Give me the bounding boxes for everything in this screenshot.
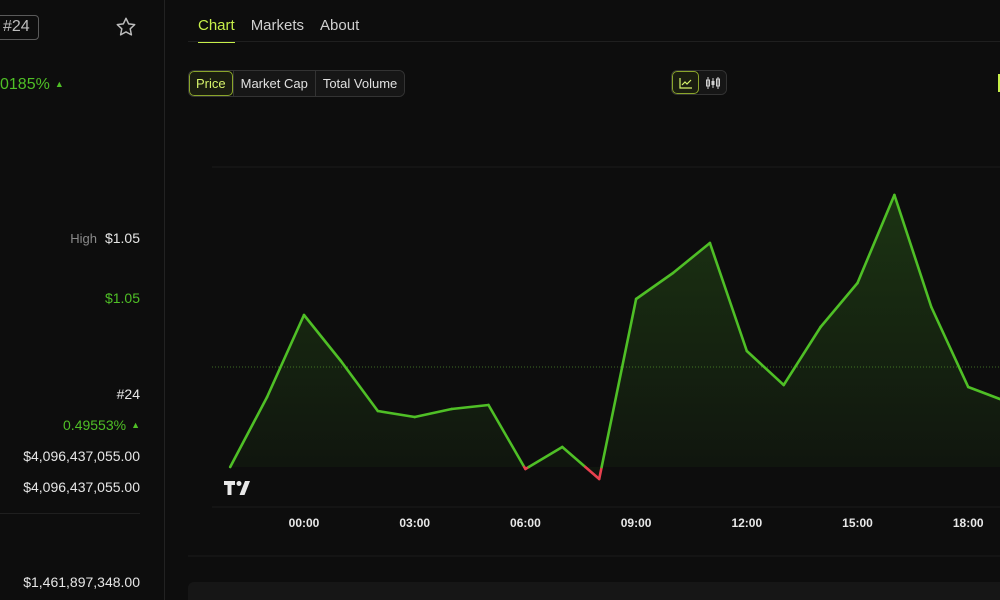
- x-tick-label: 12:00: [731, 516, 762, 530]
- x-axis-ticks: 00:00 03:00 06:00 09:00 12:00 15:00 18:00: [289, 516, 984, 530]
- price-area-fill: [230, 195, 1000, 479]
- x-tick-label: 00:00: [289, 516, 320, 530]
- chart-area-group: [212, 195, 1000, 479]
- x-tick-label: 18:00: [953, 516, 984, 530]
- x-tick-label: 03:00: [399, 516, 430, 530]
- bottom-card: [188, 582, 1000, 600]
- tradingview-logo: [224, 481, 250, 495]
- x-tick-label: 15:00: [842, 516, 873, 530]
- price-chart[interactable]: 00:00 03:00 06:00 09:00 12:00 15:00 18:00: [0, 0, 1000, 600]
- x-tick-label: 06:00: [510, 516, 541, 530]
- x-tick-label: 09:00: [621, 516, 652, 530]
